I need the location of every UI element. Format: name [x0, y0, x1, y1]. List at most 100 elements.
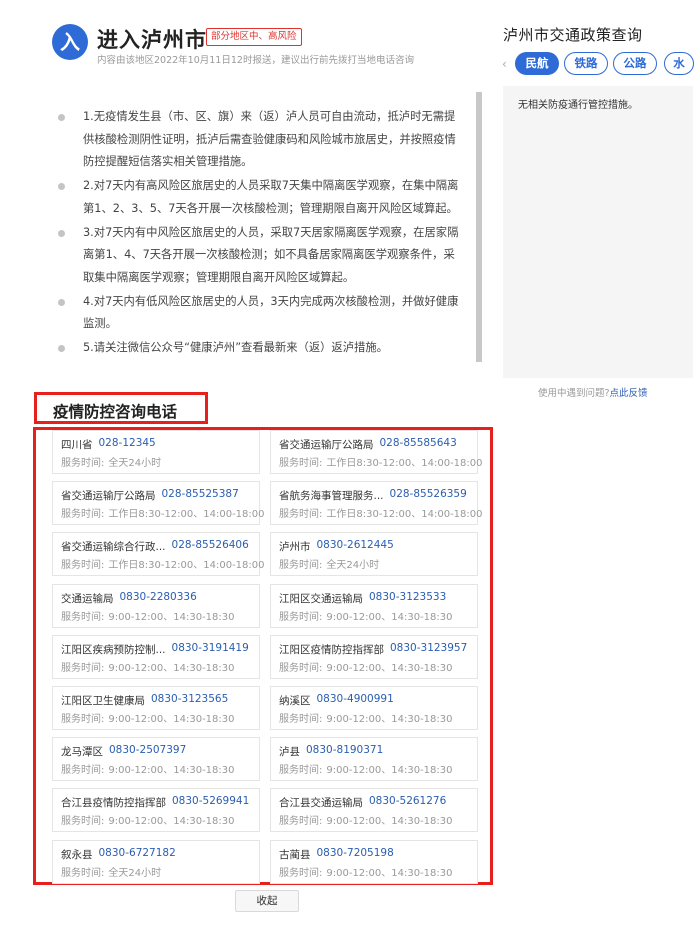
service-hours: 服务时间: 工作日8:30-12:00、14:00-18:00 [61, 505, 265, 520]
contact-phone[interactable]: 0830-3123957 [390, 642, 467, 654]
service-hours-value: 工作日8:30-12:00、14:00-18:00 [326, 509, 483, 520]
contact-card: 省航务海事管理服务... 028-85526359 服务时间: 工作日8:30-12:… [270, 481, 483, 525]
contact-line: 省航务海事管理服务... 028-85526359 [279, 488, 467, 503]
consult-heading: 疫情防控咨询电话 [53, 403, 178, 421]
contact-phone[interactable]: 0830-7205198 [317, 847, 394, 859]
contact-line: 省交通运输厅公路局 028-85585643 [279, 437, 457, 452]
service-hours: 服务时间: 9:00-12:00、14:30-18:30 [279, 864, 453, 879]
service-hours: 服务时间: 工作日8:30-12:00、14:00-18:00 [61, 556, 265, 571]
service-hours-label: 服务时间: [279, 560, 323, 571]
service-hours-value: 9:00-12:00、14:30-18:30 [108, 612, 235, 623]
contact-line: 江阳区疫情防控指挥部 0830-3123957 [279, 642, 467, 657]
contact-line: 江阳区卫生健康局 0830-3123565 [61, 693, 228, 708]
tab-railway[interactable]: 铁路 [564, 52, 608, 75]
service-hours-label: 服务时间: [61, 714, 105, 725]
contact-phone[interactable]: 0830-5261276 [369, 795, 446, 807]
contact-line: 江阳区疾病预防控制... 0830-3191419 [61, 642, 249, 657]
contact-line: 省交通运输厅公路局 028-85525387 [61, 488, 239, 503]
feedback-link[interactable]: 点此反馈 [610, 388, 648, 399]
contact-phone[interactable]: 028-12345 [99, 437, 156, 449]
service-hours-value: 全天24小时 [108, 458, 162, 469]
policy-item: 5.请关注微信公众号“健康泸州”查看最新来（返）返泸措施。 [52, 337, 462, 360]
side-panel-title: 泸州市交通政策查询 [503, 26, 643, 44]
contact-line: 交通运输局 0830-2280336 [61, 591, 197, 606]
service-hours: 服务时间: 工作日8:30-12:00、14:00-18:00 [279, 454, 483, 469]
contact-org: 合江县交通运输局 [279, 797, 363, 809]
service-hours-label: 服务时间: [279, 509, 323, 520]
service-hours-label: 服务时间: [279, 458, 323, 469]
contact-org: 省交通运输厅公路局 [61, 490, 156, 502]
contact-line: 省交通运输综合行政... 028-85526406 [61, 539, 249, 554]
contact-card: 江阳区疫情防控指挥部 0830-3123957 服务时间: 9:00-12:00、14… [270, 635, 478, 679]
contact-phone[interactable]: 0830-2280336 [120, 591, 197, 603]
contact-org: 龙马潭区 [61, 746, 103, 758]
contact-card: 纳溪区 0830-4900991 服务时间: 9:00-12:00、14:30-18:… [270, 686, 478, 730]
contact-org: 古蔺县 [279, 849, 311, 861]
contact-org: 省交通运输综合行政... [61, 541, 166, 553]
contact-line: 合江县交通运输局 0830-5261276 [279, 795, 446, 810]
contact-org: 江阳区卫生健康局 [61, 695, 145, 707]
contact-line: 纳溪区 0830-4900991 [279, 693, 394, 708]
bullet-icon [58, 345, 65, 353]
contact-phone[interactable]: 028-85526406 [172, 539, 249, 551]
service-hours: 服务时间: 9:00-12:00、14:30-18:30 [61, 761, 235, 776]
service-hours-value: 9:00-12:00、14:30-18:30 [326, 714, 453, 725]
service-hours-value: 工作日8:30-12:00、14:00-18:00 [108, 560, 265, 571]
service-hours-value: 工作日8:30-12:00、14:00-18:00 [326, 458, 483, 469]
policy-panel: 1.无疫情发生县（市、区、旗）来（返）泸人员可自由流动，抵泸时无需提供核酸检测阴… [52, 92, 482, 362]
contact-phone[interactable]: 028-85526359 [390, 488, 467, 500]
policy-item: 2.对7天内有高风险区旅居史的人员采取7天集中隔离医学观察，在集中隔离第1、2、… [52, 175, 462, 220]
contact-org: 江阳区交通运输局 [279, 593, 363, 605]
contact-phone[interactable]: 0830-3191419 [172, 642, 249, 654]
service-hours-value: 9:00-12:00、14:30-18:30 [326, 663, 453, 674]
service-hours-label: 服务时间: [279, 663, 323, 674]
feedback-text: 使用中遇到问题? [538, 388, 610, 399]
policy-scrollbar[interactable] [476, 92, 482, 362]
service-hours-label: 服务时间: [61, 560, 105, 571]
contact-card: 江阳区交通运输局 0830-3123533 服务时间: 9:00-12:00、14:3… [270, 584, 478, 628]
contact-phone[interactable]: 0830-3123533 [369, 591, 446, 603]
service-hours-value: 9:00-12:00、14:30-18:30 [326, 816, 453, 827]
service-hours: 服务时间: 全天24小时 [279, 556, 379, 571]
contact-phone[interactable]: 0830-2612445 [317, 539, 394, 551]
contact-phone[interactable]: 0830-5269941 [172, 795, 249, 807]
policy-text: 5.请关注微信公众号“健康泸州”查看最新来（返）返泸措施。 [83, 341, 388, 355]
tab-waterway[interactable]: 水 [664, 52, 694, 75]
contact-card: 交通运输局 0830-2280336 服务时间: 9:00-12:00、14:30-1… [52, 584, 260, 628]
service-hours: 服务时间: 工作日8:30-12:00、14:00-18:00 [279, 505, 483, 520]
service-hours: 服务时间: 9:00-12:00、14:30-18:30 [61, 710, 235, 725]
contact-org: 泸县 [279, 746, 300, 758]
contact-phone[interactable]: 0830-4900991 [317, 693, 394, 705]
contact-line: 叙永县 0830-6727182 [61, 847, 176, 862]
service-hours-label: 服务时间: [61, 458, 105, 469]
contact-card: 省交通运输厅公路局 028-85585643 服务时间: 工作日8:30-12:00、… [270, 430, 483, 474]
service-hours-label: 服务时间: [279, 816, 323, 827]
contact-phone[interactable]: 028-85585643 [380, 437, 457, 449]
service-hours-value: 全天24小时 [326, 560, 380, 571]
contact-phone[interactable]: 0830-3123565 [151, 693, 228, 705]
contact-org: 泸州市 [279, 541, 311, 553]
contact-card: 四川省 028-12345 服务时间: 全天24小时 [52, 430, 260, 474]
chevron-left-icon[interactable]: ‹ [502, 57, 507, 71]
collapse-button[interactable]: 收起 [235, 890, 299, 912]
policy-text: 3.对7天内有中风险区旅居史的人员，采取7天居家隔离医学观察，在居家隔离第1、4… [83, 225, 459, 284]
contact-phone[interactable]: 0830-6727182 [99, 847, 176, 859]
contact-org: 纳溪区 [279, 695, 311, 707]
contact-phone[interactable]: 0830-2507397 [109, 744, 186, 756]
service-hours-label: 服务时间: [61, 612, 105, 623]
contact-card: 泸县 0830-8190371 服务时间: 9:00-12:00、14:30-18:3… [270, 737, 478, 781]
service-hours: 服务时间: 9:00-12:00、14:30-18:30 [279, 608, 453, 623]
service-hours-label: 服务时间: [279, 612, 323, 623]
contact-card: 叙永县 0830-6727182 服务时间: 全天24小时 [52, 840, 260, 884]
contact-phone[interactable]: 028-85525387 [162, 488, 239, 500]
tab-civil-aviation[interactable]: 民航 [515, 52, 559, 75]
tab-highway[interactable]: 公路 [613, 52, 657, 75]
policy-text: 2.对7天内有高风险区旅居史的人员采取7天集中隔离医学观察，在集中隔离第1、2、… [83, 179, 459, 215]
bullet-icon [58, 183, 65, 191]
service-hours-value: 全天24小时 [108, 868, 162, 879]
contact-phone[interactable]: 0830-8190371 [306, 744, 383, 756]
service-hours: 服务时间: 9:00-12:00、14:30-18:30 [61, 608, 235, 623]
service-hours-label: 服务时间: [61, 509, 105, 520]
service-hours-value: 9:00-12:00、14:30-18:30 [108, 663, 235, 674]
service-hours-value: 9:00-12:00、14:30-18:30 [326, 612, 453, 623]
